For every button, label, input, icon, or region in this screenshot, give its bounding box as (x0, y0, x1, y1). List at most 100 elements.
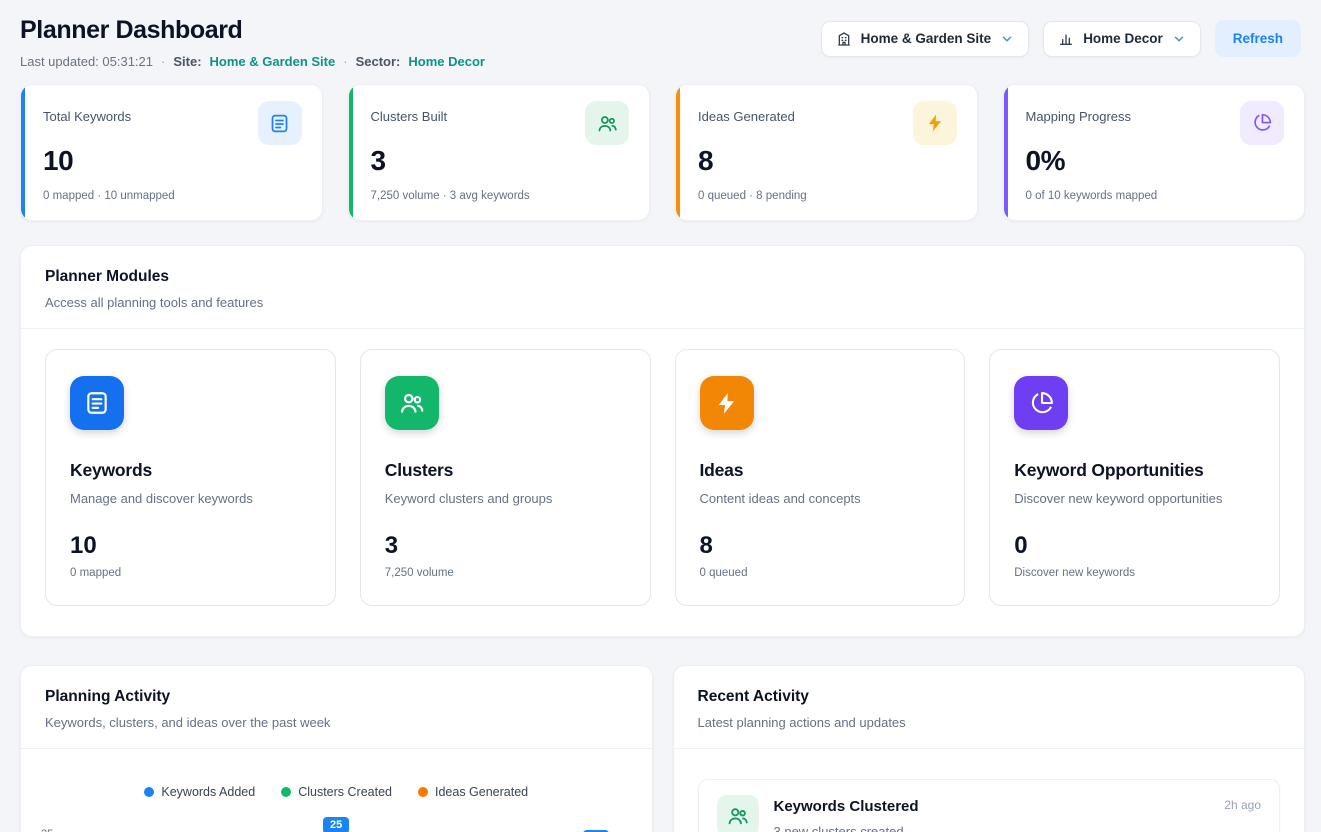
module-title: Keyword Opportunities (1014, 460, 1255, 481)
stat-card-top: Total Keywords (43, 101, 302, 145)
header-meta-row: Last updated: 05:31:21 · Site: Home & Ga… (20, 54, 485, 69)
page-header: Planner Dashboard Last updated: 05:31:21… (20, 16, 1305, 69)
recent-activity-item[interactable]: Keywords Clustered 3 new clusters create… (698, 779, 1281, 832)
module-description: Keyword clusters and groups (385, 491, 626, 506)
stat-card-top: Mapping Progress (1026, 101, 1285, 145)
planner-modules-header: Planner Modules Access all planning tool… (21, 246, 1304, 329)
module-value: 3 (385, 532, 626, 560)
module-card-ideas[interactable]: Ideas Content ideas and concepts 8 0 que… (675, 349, 966, 606)
page-title: Planner Dashboard (20, 16, 485, 45)
module-value: 10 (70, 532, 311, 560)
planning-activity-panel: Planning Activity Keywords, clusters, an… (20, 665, 653, 832)
stat-card-total-keywords: Total Keywords 10 0 mapped · 10 unmapped (20, 84, 323, 221)
stat-subtext: 7,250 volume · 3 avg keywords (371, 190, 630, 202)
planner-dashboard-page: Planner Dashboard Last updated: 05:31:21… (0, 0, 1321, 832)
legend-label: Ideas Generated (435, 785, 528, 799)
legend-item-clusters-created: Clusters Created (281, 785, 392, 799)
recent-item-timestamp: 2h ago (1224, 798, 1261, 812)
module-description: Discover new keyword opportunities (1014, 491, 1255, 506)
lightning-icon (913, 101, 957, 145)
stat-value: 3 (371, 145, 630, 177)
stat-subtext: 0 of 10 keywords mapped (1026, 190, 1285, 202)
section-title: Planner Modules (45, 268, 1280, 286)
stat-title: Ideas Generated (698, 109, 795, 124)
module-subtext: 0 mapped (70, 567, 311, 579)
legend-dot-green (281, 787, 291, 797)
stat-card-mapping-progress: Mapping Progress 0% 0 of 10 keywords map… (1003, 84, 1306, 221)
bar-chart-icon (1058, 31, 1074, 47)
stat-card-clusters-built: Clusters Built 3 7,250 volume · 3 avg ke… (348, 84, 651, 221)
users-icon (385, 376, 439, 430)
module-description: Manage and discover keywords (70, 491, 311, 506)
chevron-down-icon (1172, 32, 1186, 46)
sector-selector-dropdown[interactable]: Home Decor (1043, 21, 1201, 57)
modules-grid: Keywords Manage and discover keywords 10… (21, 329, 1304, 636)
document-icon (70, 376, 124, 430)
sector-link[interactable]: Home Decor (408, 54, 485, 69)
stats-row: Total Keywords 10 0 mapped · 10 unmapped… (20, 84, 1305, 221)
recent-activity-panel: Recent Activity Latest planning actions … (673, 665, 1306, 832)
legend-dot-blue (144, 787, 154, 797)
pie-chart-icon (1240, 101, 1284, 145)
module-title: Ideas (700, 460, 941, 481)
users-icon (585, 101, 629, 145)
stat-value: 0% (1026, 145, 1285, 177)
legend-label: Keywords Added (161, 785, 255, 799)
module-card-keywords[interactable]: Keywords Manage and discover keywords 10… (45, 349, 336, 606)
sector-label: Sector: (356, 54, 401, 69)
site-link[interactable]: Home & Garden Site (210, 54, 336, 69)
stat-value: 10 (43, 145, 302, 177)
module-card-keyword-opportunities[interactable]: Keyword Opportunities Discover new keywo… (989, 349, 1280, 606)
stat-card-top: Ideas Generated (698, 101, 957, 145)
stat-card-ideas-generated: Ideas Generated 8 0 queued · 8 pending (675, 84, 978, 221)
panel-subtitle: Latest planning actions and updates (698, 715, 1281, 730)
module-subtext: Discover new keywords (1014, 567, 1255, 579)
recent-item-title: Keywords Clustered (774, 798, 919, 815)
panel-title: Recent Activity (698, 688, 1281, 706)
building-icon (836, 31, 852, 47)
chart-plot-area: 25 24 (71, 817, 632, 832)
module-card-clusters[interactable]: Clusters Keyword clusters and groups 3 7… (360, 349, 651, 606)
stat-title: Clusters Built (371, 109, 448, 124)
planning-activity-chart: 25 25 24 (37, 817, 632, 832)
module-subtext: 0 queued (700, 567, 941, 579)
recent-item-description: 3 new clusters created (774, 824, 919, 832)
meta-separator: · (343, 54, 347, 69)
header-left: Planner Dashboard Last updated: 05:31:21… (20, 16, 485, 69)
stat-value: 8 (698, 145, 957, 177)
stat-subtext: 0 mapped · 10 unmapped (43, 190, 302, 202)
module-value: 0 (1014, 532, 1255, 560)
section-subtitle: Access all planning tools and features (45, 295, 1280, 310)
planning-activity-header: Planning Activity Keywords, clusters, an… (21, 666, 652, 749)
refresh-button[interactable]: Refresh (1215, 20, 1301, 57)
document-icon (258, 101, 302, 145)
site-label: Site: (173, 54, 201, 69)
chevron-down-icon (1000, 32, 1014, 46)
planner-modules-section: Planner Modules Access all planning tool… (20, 245, 1305, 637)
legend-item-keywords-added: Keywords Added (144, 785, 255, 799)
site-selector-dropdown[interactable]: Home & Garden Site (821, 21, 1030, 57)
site-selector-value: Home & Garden Site (861, 31, 992, 46)
panel-subtitle: Keywords, clusters, and ideas over the p… (45, 715, 628, 730)
lightning-icon (700, 376, 754, 430)
users-icon (717, 795, 759, 832)
module-title: Keywords (70, 460, 311, 481)
recent-item-body: Keywords Clustered 3 new clusters create… (774, 795, 919, 832)
recent-activity-header: Recent Activity Latest planning actions … (674, 666, 1305, 749)
bottom-row: Planning Activity Keywords, clusters, an… (20, 665, 1305, 832)
module-description: Content ideas and concepts (700, 491, 941, 506)
legend-dot-orange (418, 787, 428, 797)
chart-legend: Keywords Added Clusters Created Ideas Ge… (21, 749, 652, 799)
sector-selector-value: Home Decor (1083, 31, 1163, 46)
module-value: 8 (700, 532, 941, 560)
last-updated-text: Last updated: 05:31:21 (20, 54, 153, 69)
header-controls: Home & Garden Site Home Decor Refresh (821, 20, 1301, 57)
stat-subtext: 0 queued · 8 pending (698, 190, 957, 202)
recent-activity-list: Keywords Clustered 3 new clusters create… (674, 749, 1305, 832)
y-axis-tick: 25 (41, 828, 53, 832)
pie-chart-icon (1014, 376, 1068, 430)
stat-card-top: Clusters Built (371, 101, 630, 145)
module-title: Clusters (385, 460, 626, 481)
stat-title: Mapping Progress (1026, 109, 1132, 124)
meta-separator: · (161, 54, 165, 69)
